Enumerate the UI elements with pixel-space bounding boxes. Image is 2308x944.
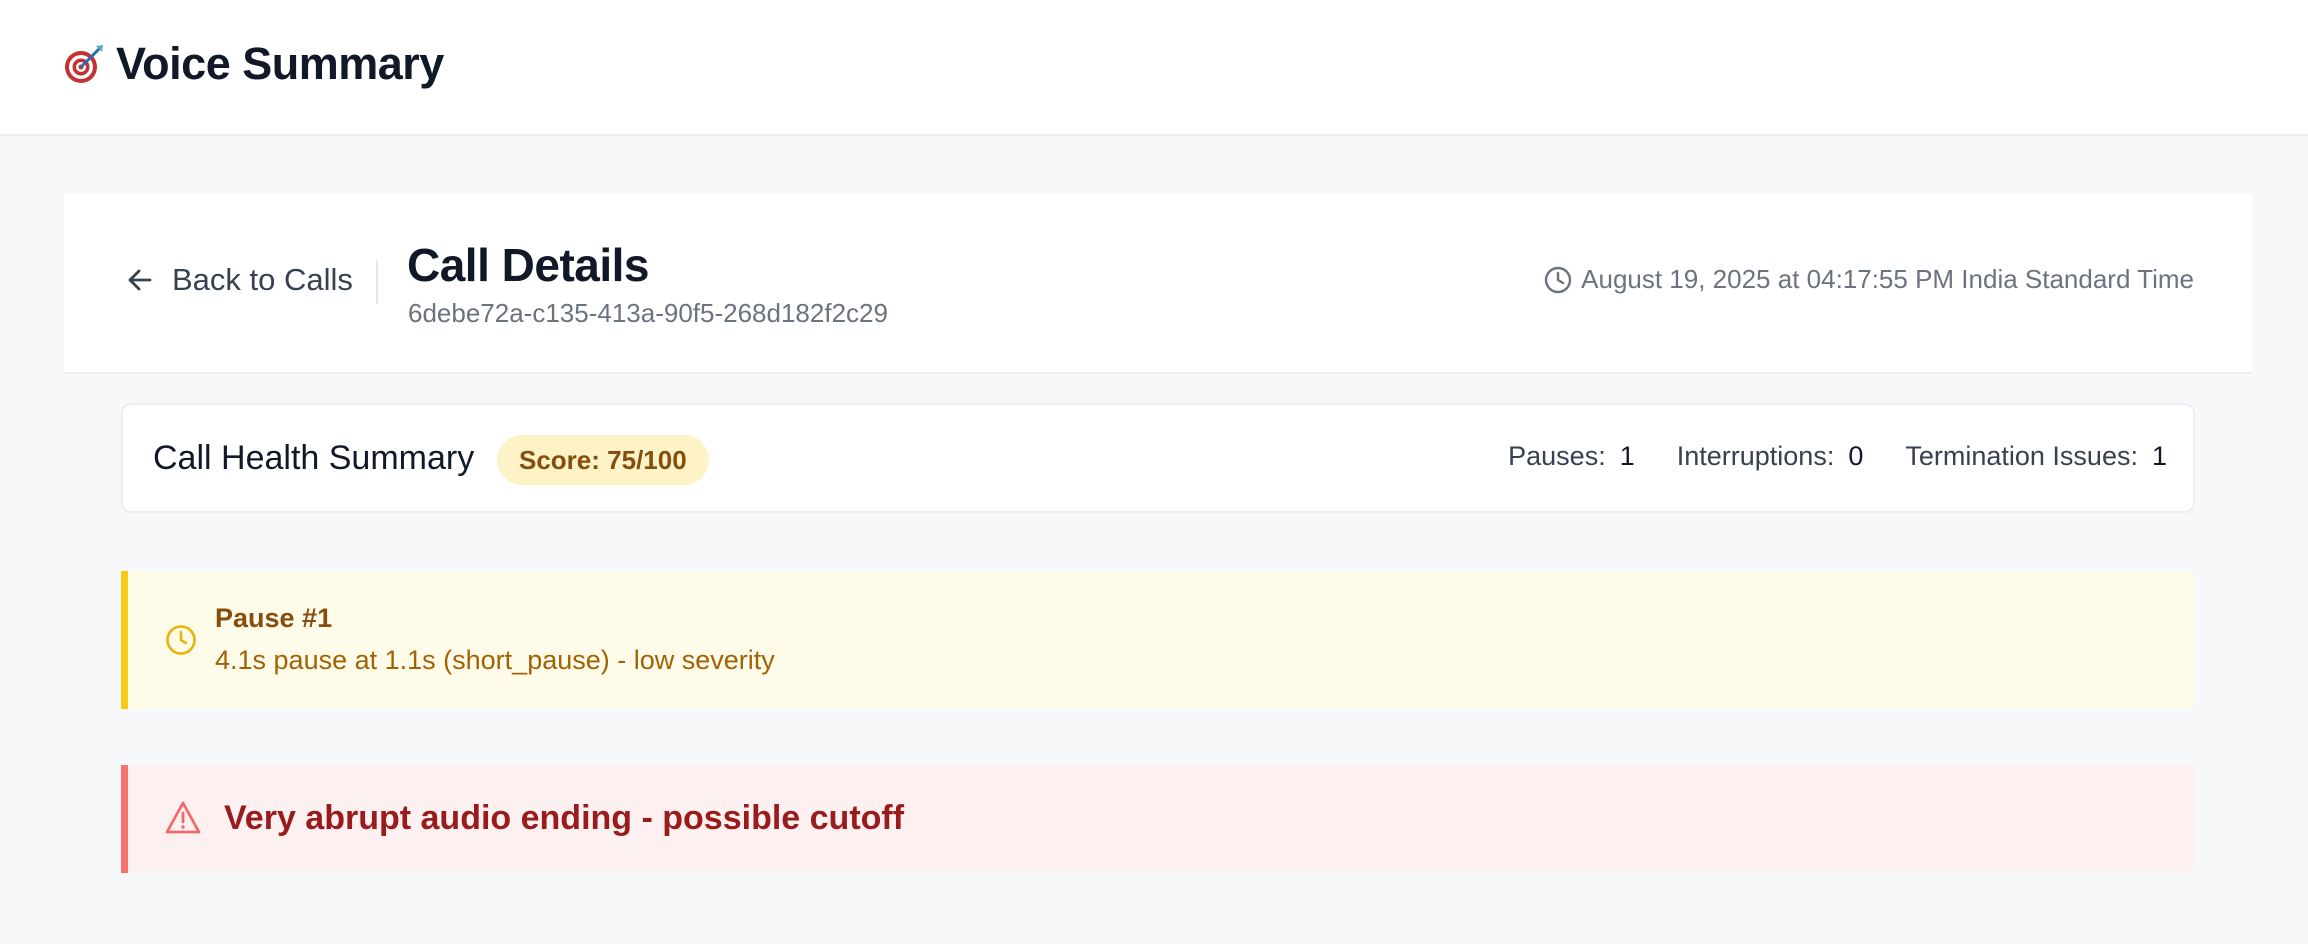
pause-event-card[interactable]: Pause #1 4.1s pause at 1.1s (short_pause… bbox=[121, 571, 2195, 709]
stat-interruptions: Interruptions: 0 bbox=[1677, 441, 1864, 472]
score-badge: Score: 75/100 bbox=[497, 435, 709, 485]
stat-value: 1 bbox=[2151, 441, 2167, 471]
top-bar: Voice Summary bbox=[0, 0, 2308, 136]
brand[interactable]: Voice Summary bbox=[62, 34, 444, 94]
timestamp-text: August 19, 2025 at 04:17:55 PM India Sta… bbox=[1581, 264, 2194, 294]
stat-value: 1 bbox=[1619, 441, 1635, 471]
stat-label: Interruptions: bbox=[1676, 441, 1835, 471]
stat-label: Termination Issues: bbox=[1905, 441, 2138, 471]
health-stats: Pauses: 1 Interruptions: 0 Termination I… bbox=[1466, 441, 2167, 472]
call-header-card: Back to Calls Call Details 6debe72a-c135… bbox=[64, 194, 2252, 374]
clock-icon bbox=[166, 625, 196, 655]
stat-value: 0 bbox=[1848, 441, 1864, 471]
warning-triangle-icon bbox=[165, 801, 201, 834]
pause-title: Pause #1 bbox=[215, 603, 333, 633]
alert-message: Very abrupt audio ending - possible cuto… bbox=[224, 799, 905, 837]
stat-pauses: Pauses: 1 bbox=[1508, 441, 1635, 472]
call-timestamp: August 19, 2025 at 04:17:55 PM India Sta… bbox=[1543, 264, 2194, 295]
termination-alert-card[interactable]: Very abrupt audio ending - possible cuto… bbox=[121, 765, 2195, 873]
app-title: Voice Summary bbox=[116, 38, 444, 89]
divider bbox=[376, 260, 378, 304]
arrow-left-icon bbox=[128, 269, 152, 291]
health-title: Call Health Summary bbox=[153, 439, 475, 477]
stat-label: Pauses: bbox=[1508, 441, 1606, 471]
back-label: Back to Calls bbox=[172, 262, 353, 297]
clock-icon bbox=[1544, 266, 1572, 293]
call-health-summary: Call Health Summary Score: 75/100 Pauses… bbox=[121, 403, 2195, 513]
pause-description: 4.1s pause at 1.1s (short_pause) - low s… bbox=[215, 645, 775, 675]
call-id: 6debe72a-c135-413a-90f5-268d182f2c29 bbox=[408, 298, 888, 328]
target-dart-icon bbox=[62, 42, 106, 86]
page-title: Call Details bbox=[407, 239, 650, 291]
stat-termination-issues: Termination Issues: 1 bbox=[1905, 441, 2167, 472]
back-to-calls-button[interactable]: Back to Calls bbox=[122, 256, 353, 304]
